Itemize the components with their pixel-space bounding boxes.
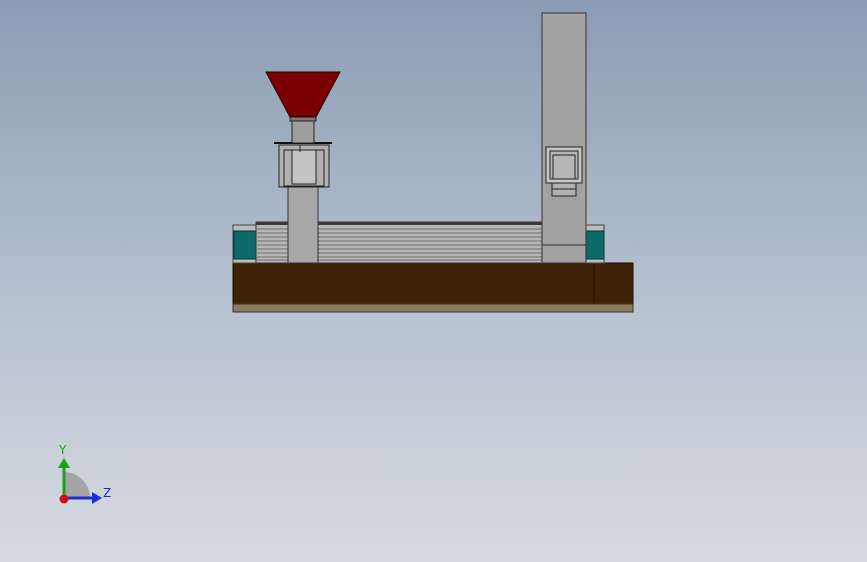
z-axis-label: Z <box>103 486 112 500</box>
cad-model[interactable] <box>0 0 867 562</box>
y-arrow-icon <box>58 458 70 468</box>
graphics-viewport[interactable]: Y Z <box>0 0 867 562</box>
side-panel-left[interactable] <box>232 224 258 264</box>
axis-triad: Y Z <box>44 440 124 520</box>
side-panel-right[interactable] <box>583 224 605 264</box>
triad-graphic <box>58 458 102 504</box>
machine-base[interactable] <box>232 262 634 313</box>
hopper-funnel[interactable] <box>265 71 341 118</box>
y-axis-label: Y <box>59 443 67 457</box>
vertical-tower[interactable] <box>541 12 587 264</box>
z-arrow-icon <box>92 492 102 504</box>
hopper-neck[interactable] <box>289 116 317 144</box>
x-axis-dot-icon <box>59 494 69 504</box>
hopper-bracket[interactable] <box>274 142 332 188</box>
feed-column[interactable] <box>287 186 319 264</box>
base-block[interactable] <box>232 262 634 305</box>
base-plate[interactable] <box>232 303 634 313</box>
